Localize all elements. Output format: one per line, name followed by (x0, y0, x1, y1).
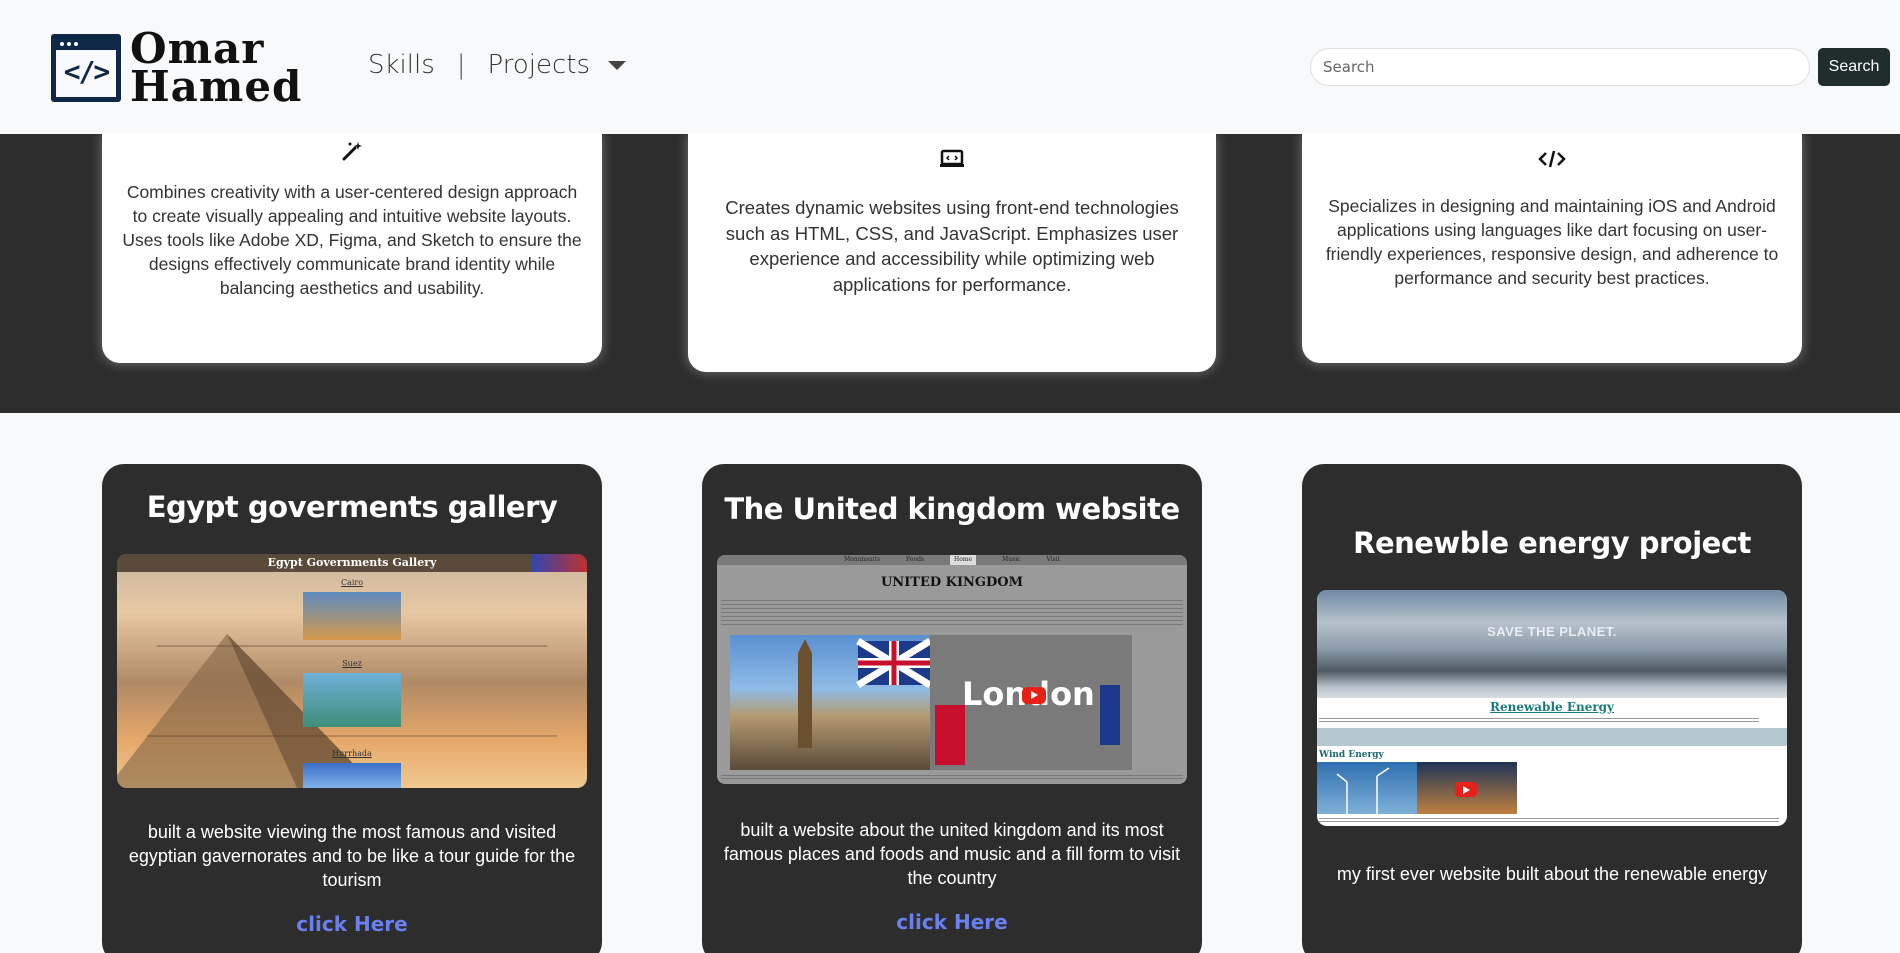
project-title: Renewble energy project (1353, 526, 1751, 560)
project-description: built a website about the united kingdom… (723, 820, 1181, 888)
nav-projects-label: Projects (487, 50, 591, 80)
skill-description: Specializes in designing and maintaining… (1325, 196, 1779, 288)
preview-image (1317, 762, 1417, 814)
preview-video (1417, 762, 1517, 814)
project-card-uk: The United kingdom website Monuments Foo… (702, 464, 1202, 953)
play-icon (1022, 687, 1046, 704)
preview-nav: Monuments Foods Home Music Visit (717, 555, 1187, 565)
chevron-down-icon (608, 61, 627, 70)
preview-image (303, 673, 401, 727)
logo-text: Omar Hamed (130, 24, 303, 111)
navbar: </> Omar Hamed Skills | Projects Search (0, 0, 1900, 134)
project-link[interactable]: click Here (102, 912, 602, 936)
skill-card-ui-design: Combines creativity with a user-centered… (102, 134, 602, 363)
play-icon (1455, 782, 1477, 797)
project-card-renewable: Renewble energy project SAVE THE PLANET.… (1302, 464, 1802, 953)
skills-section: Combines creativity with a user-centered… (0, 134, 1900, 413)
search-button[interactable]: Search (1818, 48, 1890, 86)
project-card-egypt: Egypt goverments gallery Egypt Governmen… (102, 464, 602, 953)
preview-item: Cairo (340, 578, 364, 587)
project-screenshot[interactable]: Monuments Foods Home Music Visit UNITED … (717, 555, 1187, 784)
preview-heading: UNITED KINGDOM (880, 575, 1024, 590)
site-logo[interactable]: </> Omar Hamed (51, 24, 303, 111)
preview-image (303, 763, 401, 788)
project-description: my first ever website built about the re… (1336, 864, 1768, 884)
preview-header: Egypt Governments Gallery (117, 554, 587, 572)
preview-banner-text: SAVE THE PLANET. (1487, 624, 1617, 639)
preview-item: Hurrhada (332, 749, 372, 758)
project-screenshot[interactable]: Egypt Governments Gallery Cairo Suez Hur… (117, 554, 587, 788)
project-description: built a website viewing the most famous … (128, 822, 576, 890)
skill-description: Creates dynamic websites using front-end… (725, 197, 1179, 295)
code-window-icon: </> (51, 34, 121, 102)
code-icon (1538, 150, 1566, 168)
preview-banner: SAVE THE PLANET. (1317, 590, 1787, 698)
skill-description: Combines creativity with a user-centered… (122, 182, 582, 298)
logo-code-glyph: </> (63, 55, 111, 88)
nav-projects-dropdown[interactable]: Projects (488, 50, 627, 80)
skill-card-web-dev: Creates dynamic websites using front-end… (688, 134, 1216, 372)
preview-heading: Renewable Energy (1489, 700, 1615, 714)
project-title: Egypt goverments gallery (146, 490, 558, 524)
skill-card-mobile-dev: Specializes in designing and maintaining… (1302, 134, 1802, 363)
magic-wand-icon (342, 142, 362, 161)
project-title: The United kingdom website (724, 492, 1180, 526)
laptop-code-icon (940, 149, 964, 167)
preview-paragraph (721, 600, 1183, 626)
project-link[interactable]: click Here (702, 910, 1202, 934)
project-screenshot[interactable]: SAVE THE PLANET. Renewable Energy Wind E… (1317, 590, 1787, 826)
nav-skills-link[interactable]: Skills (368, 50, 435, 80)
nav-separator: | (456, 50, 466, 80)
preview-item: Suez (342, 659, 362, 668)
search-input[interactable] (1310, 48, 1810, 86)
preview-image (303, 592, 401, 640)
preview-video: London (730, 635, 1132, 770)
preview-subheading: Wind Energy (1319, 750, 1384, 760)
nav-links: Skills | Projects (368, 50, 627, 80)
